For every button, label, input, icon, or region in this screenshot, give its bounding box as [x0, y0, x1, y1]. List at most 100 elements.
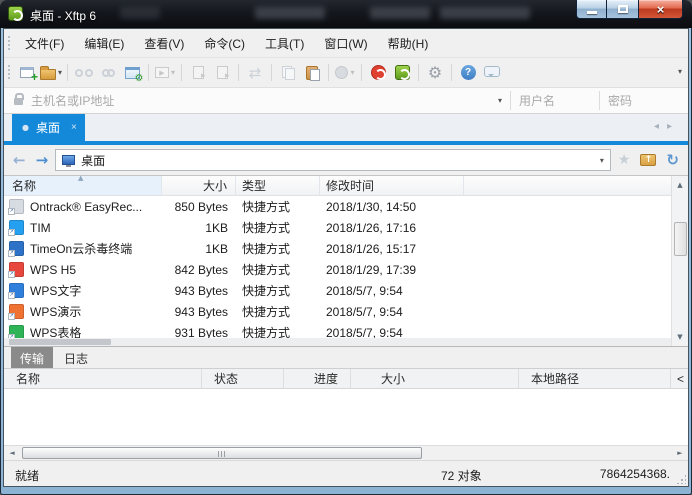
- forward-button[interactable]: →: [33, 151, 52, 169]
- menu-help[interactable]: 帮助(H): [378, 31, 439, 56]
- toolbar-grip[interactable]: [7, 64, 11, 81]
- file-list-hscrollbar[interactable]: [4, 338, 671, 346]
- scroll-left-icon[interactable]: ◄: [4, 446, 20, 460]
- transfer-panel-header: 名称 状态 进度 大小 本地路径 <: [4, 368, 688, 389]
- file-shortcut-icon: [9, 304, 24, 319]
- host-input[interactable]: [31, 91, 496, 111]
- hscroll-thumb[interactable]: [22, 447, 422, 459]
- file-row[interactable]: WPS文字 943 Bytes 快捷方式 2018/5/7, 9:54: [4, 280, 688, 301]
- file-name: WPS演示: [30, 303, 164, 320]
- transfer-column-truncated: <: [671, 369, 688, 388]
- transfer-panel-body: [4, 389, 688, 445]
- tab-scroll-right-icon[interactable]: ▸: [667, 121, 680, 132]
- desktop-icon: [62, 155, 75, 165]
- feedback-button[interactable]: [480, 61, 504, 85]
- column-header-type[interactable]: 类型: [236, 176, 320, 195]
- file-type: 快捷方式: [236, 219, 320, 236]
- help-button[interactable]: ?: [456, 61, 480, 85]
- window-body: 文件(F) 编辑(E) 查看(V) 命令(C) 工具(T) 窗口(W) 帮助(H…: [3, 28, 689, 487]
- options-button[interactable]: ⚙: [423, 61, 447, 85]
- vscroll-thumb[interactable]: [674, 222, 687, 256]
- transfer-column-status[interactable]: 状态: [202, 369, 284, 388]
- menubar-grip[interactable]: [7, 35, 11, 51]
- copy-button: [276, 61, 300, 85]
- file-row[interactable]: TIM 1KB 快捷方式 2018/1/26, 17:16: [4, 217, 688, 238]
- sync-browsing-icon: [335, 66, 348, 79]
- open-folder-icon: [40, 69, 56, 80]
- file-shortcut-icon: [9, 220, 24, 235]
- maximize-button[interactable]: [607, 0, 638, 19]
- minimize-button[interactable]: [576, 0, 607, 19]
- scroll-up-icon[interactable]: ▲: [677, 176, 682, 194]
- open-session-button[interactable]: ▾: [39, 61, 63, 85]
- tab-log[interactable]: 日志: [55, 347, 97, 368]
- new-session-button[interactable]: [15, 61, 39, 85]
- menu-tools[interactable]: 工具(T): [255, 31, 314, 56]
- file-size: 1KB: [164, 221, 236, 235]
- file-list-vscrollbar[interactable]: ▲ ▼: [671, 176, 688, 346]
- new-xftp-window-button[interactable]: [390, 61, 414, 85]
- tab-scroll-left-icon[interactable]: ◂: [654, 121, 667, 132]
- session-status-dot-icon: ●: [22, 123, 29, 132]
- launch-xshell-button[interactable]: [366, 61, 390, 85]
- path-combobox[interactable]: 桌面 ▾: [55, 149, 611, 171]
- tab-close-icon[interactable]: ×: [71, 122, 77, 133]
- session-tab-desktop[interactable]: ● 桌面 ×: [12, 114, 85, 141]
- close-button[interactable]: ×: [638, 0, 683, 19]
- file-modified: 2018/1/29, 17:39: [320, 263, 464, 277]
- resize-grip[interactable]: [676, 474, 686, 484]
- file-modified: 2018/5/7, 9:54: [320, 326, 464, 340]
- transfer-column-local-path[interactable]: 本地路径: [519, 369, 671, 388]
- back-button[interactable]: ←: [10, 151, 29, 169]
- path-dropdown-icon[interactable]: ▾: [600, 156, 604, 165]
- lock-icon: [14, 98, 23, 105]
- column-header-size[interactable]: 大小: [162, 176, 236, 195]
- file-name: Ontrack® EasyRec...: [30, 200, 164, 214]
- transfer-column-size[interactable]: 大小: [351, 369, 519, 388]
- toolbar-overflow-button[interactable]: ▾: [678, 67, 682, 76]
- menu-view[interactable]: 查看(V): [134, 31, 194, 56]
- transfer-column-name[interactable]: 名称: [4, 369, 202, 388]
- menu-file[interactable]: 文件(F): [15, 31, 74, 56]
- file-row[interactable]: WPS演示 943 Bytes 快捷方式 2018/5/7, 9:54: [4, 301, 688, 322]
- file-row[interactable]: WPS表格 931 Bytes 快捷方式 2018/5/7, 9:54: [4, 322, 688, 339]
- toolbar: ▾ ▶▾ ⇄ ▾ ⚙ ? ▾: [4, 57, 688, 87]
- session-properties-button[interactable]: [120, 61, 144, 85]
- xftp-app-icon: [8, 6, 23, 21]
- username-input[interactable]: [511, 91, 599, 111]
- file-row[interactable]: TimeOn云杀毒终端 1KB 快捷方式 2018/1/26, 15:17: [4, 238, 688, 259]
- file-row[interactable]: WPS H5 842 Bytes 快捷方式 2018/1/29, 17:39: [4, 259, 688, 280]
- hscroll-thumb[interactable]: [9, 339, 111, 345]
- bottom-hscrollbar[interactable]: ◄ ►: [4, 445, 688, 460]
- password-input[interactable]: [600, 91, 688, 111]
- title-bar[interactable]: 桌面 - Xftp 6 ×: [0, 0, 692, 28]
- shortcut-arrow-icon: [8, 208, 15, 215]
- favorites-star-icon[interactable]: ★: [618, 152, 631, 168]
- scroll-right-icon[interactable]: ►: [672, 446, 688, 460]
- transfer-column-progress[interactable]: 进度: [284, 369, 351, 388]
- tab-transfer[interactable]: 传输: [11, 347, 53, 368]
- column-header-name[interactable]: 名称 ▲: [4, 176, 162, 195]
- paste-button[interactable]: [300, 61, 324, 85]
- column-header-modified[interactable]: 修改时间: [320, 176, 464, 195]
- titlebar-blur-decoration: [440, 7, 530, 19]
- status-bar: 就绪 72 对象 7864254368.: [4, 460, 688, 486]
- new-session-icon: [20, 67, 34, 78]
- window-title: 桌面 - Xftp 6: [30, 7, 96, 24]
- file-list-header: 名称 ▲ 大小 类型 修改时间: [4, 176, 688, 196]
- menu-window[interactable]: 窗口(W): [314, 31, 377, 56]
- file-type: 快捷方式: [236, 198, 320, 215]
- refresh-icon[interactable]: ↻: [666, 151, 679, 169]
- shortcut-arrow-icon: [8, 313, 15, 320]
- file-row[interactable]: Ontrack® EasyRec... 850 Bytes 快捷方式 2018/…: [4, 196, 688, 217]
- file-size: 1KB: [164, 242, 236, 256]
- file-modified: 2018/1/26, 17:16: [320, 221, 464, 235]
- file-modified: 2018/1/30, 14:50: [320, 200, 464, 214]
- host-dropdown-icon[interactable]: ▾: [498, 96, 502, 105]
- menu-command[interactable]: 命令(C): [194, 31, 255, 56]
- scroll-down-icon[interactable]: ▼: [677, 328, 682, 346]
- menu-edit[interactable]: 编辑(E): [74, 31, 134, 56]
- up-folder-icon[interactable]: ↑: [640, 154, 656, 166]
- feedback-bubble-icon: [484, 66, 500, 77]
- play-icon: ▶: [155, 67, 169, 78]
